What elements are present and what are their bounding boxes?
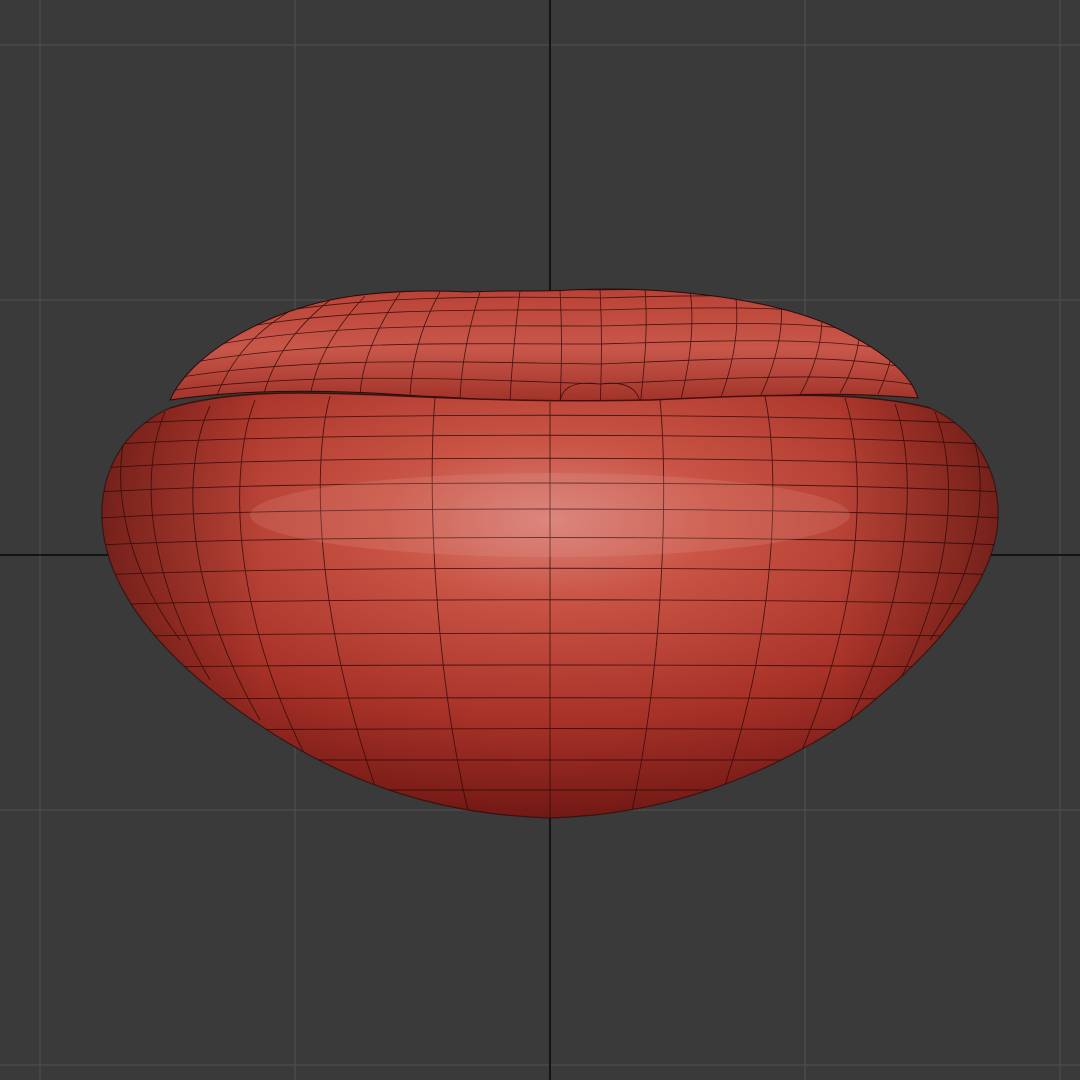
- viewport-canvas[interactable]: [0, 0, 1080, 1080]
- mesh-highlight: [250, 473, 850, 557]
- 3d-viewport[interactable]: [0, 0, 1080, 1080]
